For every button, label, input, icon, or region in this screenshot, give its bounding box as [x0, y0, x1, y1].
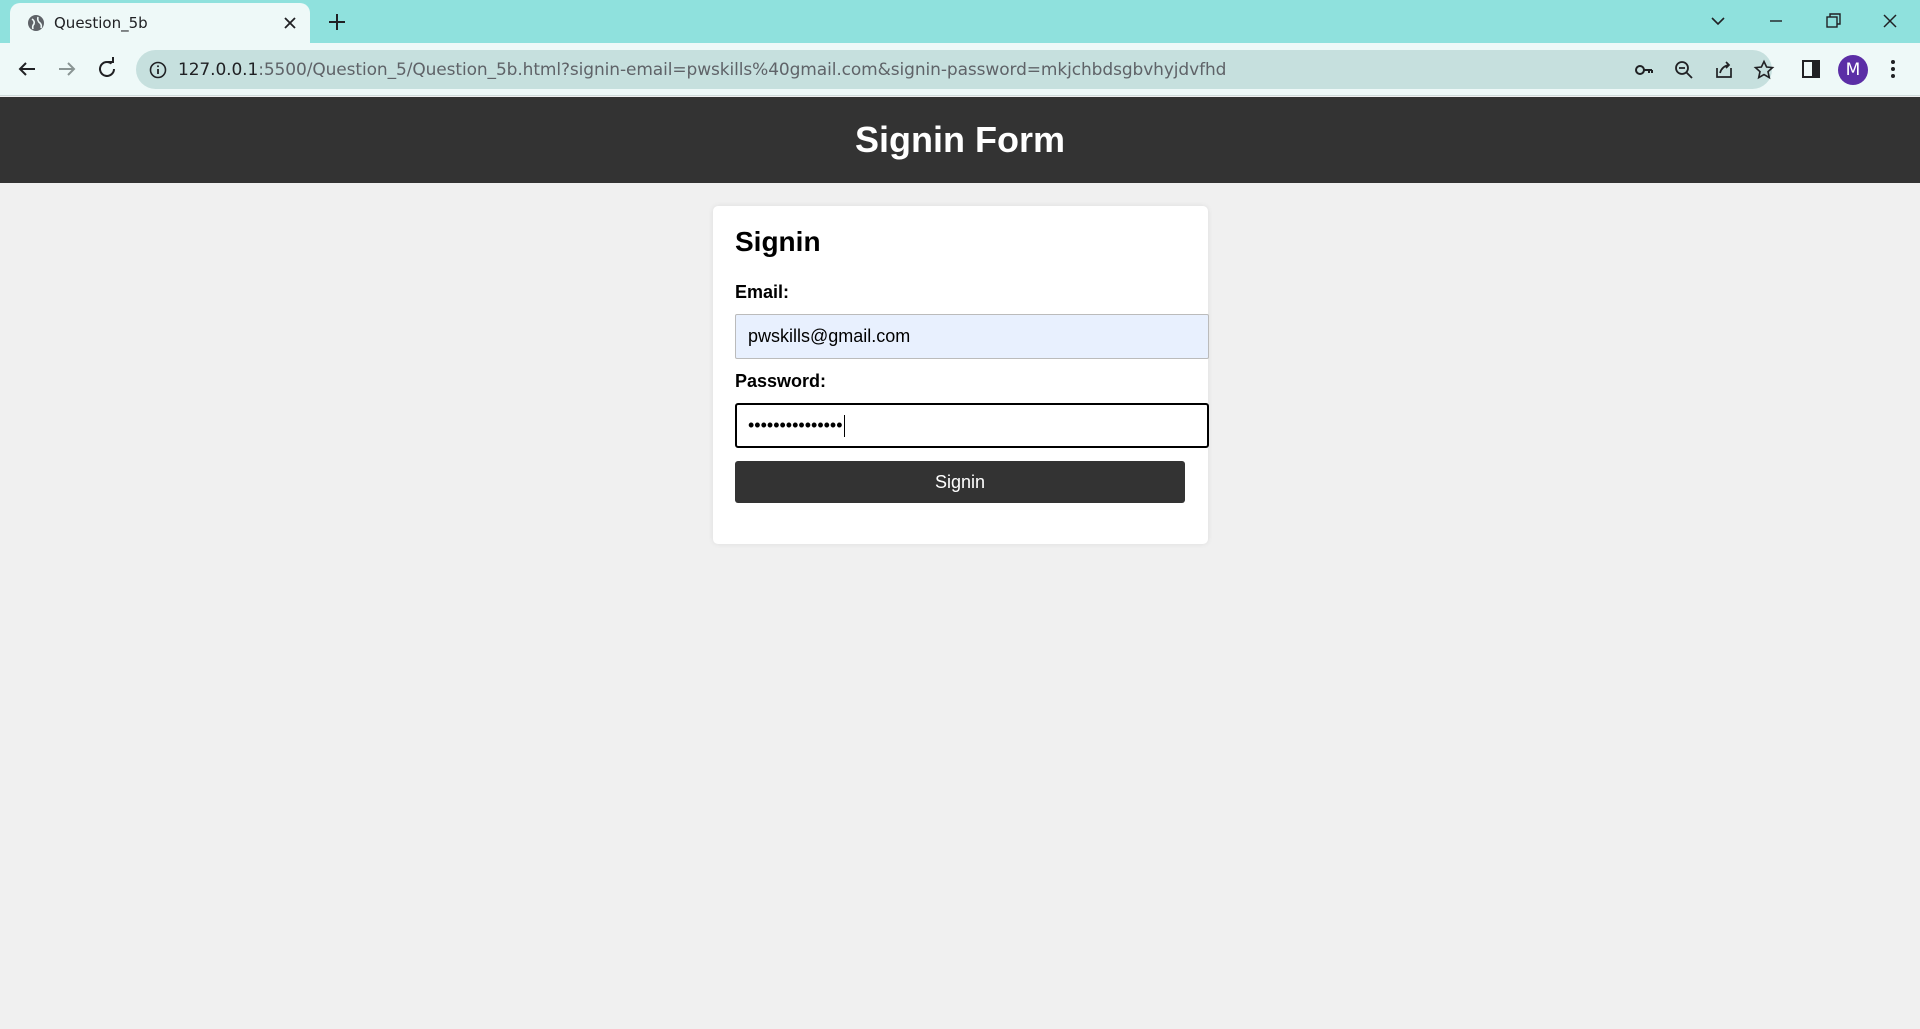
signin-card: Signin Email: pwskills@gmail.com Passwor…	[713, 206, 1209, 544]
address-bar[interactable]: 127.0.0.1:5500/Question_5/Question_5b.ht…	[136, 50, 1775, 89]
page-header: Signin Form	[0, 97, 1920, 183]
tab-bar: Question_5b	[0, 0, 1920, 43]
globe-icon	[28, 15, 44, 31]
browser-toolbar: 127.0.0.1:5500/Question_5/Question_5b.ht…	[0, 43, 1920, 96]
close-icon[interactable]	[280, 13, 300, 33]
url-text: 127.0.0.1:5500/Question_5/Question_5b.ht…	[178, 60, 1226, 80]
url-path: :5500/Question_5/Question_5b.html?signin…	[258, 60, 1227, 80]
close-window-icon[interactable]	[1878, 9, 1902, 33]
email-input[interactable]: pwskills@gmail.com	[735, 314, 1209, 359]
page-title: Signin Form	[855, 119, 1065, 160]
password-label: Password:	[735, 371, 827, 391]
share-icon[interactable]	[1713, 59, 1735, 81]
password-value: •••••••••••••••	[748, 415, 843, 435]
kebab-menu-icon[interactable]	[1881, 57, 1905, 81]
plus-icon[interactable]	[326, 11, 348, 33]
text-caret	[843, 415, 845, 438]
avatar[interactable]: M	[1838, 55, 1868, 85]
password-input[interactable]: •••••••••••••••	[735, 403, 1209, 448]
signin-button[interactable]: Signin	[735, 461, 1185, 503]
restore-icon[interactable]	[1821, 9, 1845, 33]
browser-tab[interactable]: Question_5b	[10, 3, 310, 43]
key-icon[interactable]	[1633, 59, 1655, 81]
star-icon[interactable]	[1753, 59, 1775, 81]
sidebar-icon[interactable]	[1799, 57, 1823, 81]
form-title: Signin	[735, 226, 821, 257]
email-label: Email:	[735, 282, 790, 302]
reload-icon[interactable]	[93, 55, 121, 83]
zoom-out-icon[interactable]	[1673, 59, 1695, 81]
back-icon[interactable]	[13, 55, 41, 83]
tab-title: Question_5b	[54, 14, 148, 32]
minimize-icon[interactable]	[1764, 9, 1788, 33]
info-icon[interactable]	[148, 60, 168, 80]
email-value: pwskills@gmail.com	[748, 326, 911, 346]
url-host: 127.0.0.1	[178, 60, 259, 80]
chevron-down-icon[interactable]	[1706, 9, 1730, 33]
forward-icon[interactable]	[53, 55, 81, 83]
